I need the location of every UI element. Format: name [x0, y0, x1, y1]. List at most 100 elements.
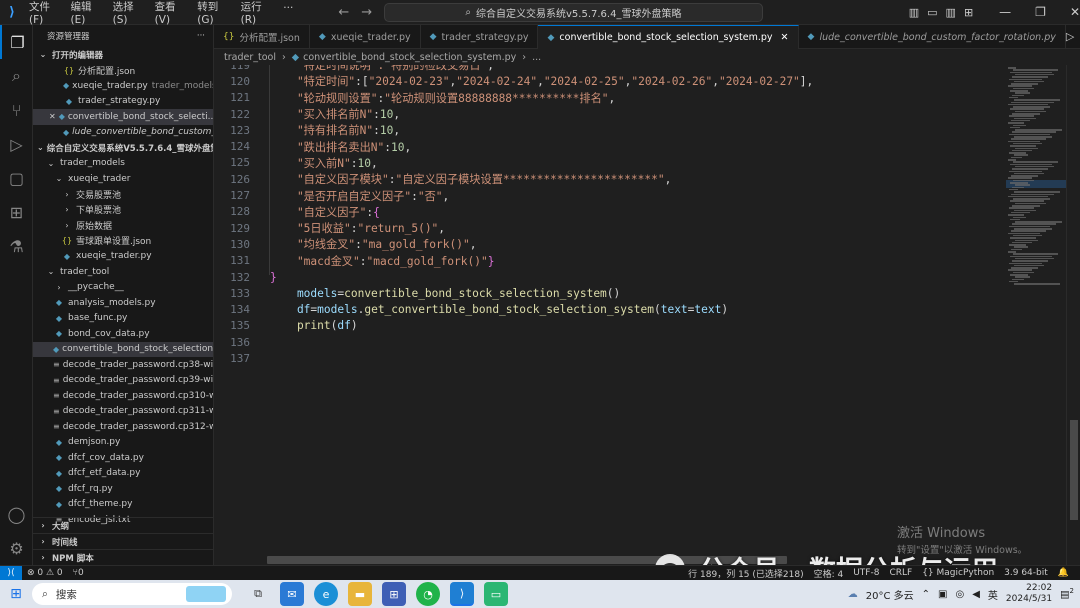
testing-icon[interactable]: ⚗	[0, 229, 33, 263]
open-editor-item[interactable]: ◆xueqie_trader.pytrader_models\...	[33, 78, 213, 94]
open-editor-item[interactable]: ◆ lude_convertible_bond_custom_f...	[33, 125, 213, 141]
workspace-section[interactable]: ⌄ 综合自定义交易系统V5.5.7.6.4_雪球外盘策略	[33, 140, 213, 156]
command-center-search[interactable]: ⌕ 综合自定义交易系统v5.5.7.6.4_雪球外盘策略	[384, 2, 763, 22]
store-app-icon[interactable]: ⊞	[382, 582, 406, 606]
editor-tab[interactable]: ◆ xueqie_trader.py	[310, 25, 421, 49]
remote-indicator-icon[interactable]: ⟩⟨	[0, 565, 22, 581]
tree-file[interactable]: ≡ decode_trader_password.cp312-wi...	[33, 419, 213, 435]
breadcrumb-folder[interactable]: trader_tool	[224, 52, 276, 63]
taskbar-search[interactable]: ⌕ 搜索	[32, 583, 232, 605]
back-arrow-icon[interactable]: ←	[338, 5, 349, 20]
breadcrumb-file[interactable]: convertible_bond_stock_selection_system.…	[303, 52, 516, 63]
tree-folder[interactable]: › 下单股票池	[33, 202, 213, 218]
code-editor[interactable]: 119 "特定时间说明":"特别的检改交易日", 120 "特定时间":["202…	[214, 65, 1006, 565]
source-control-icon[interactable]: ⑂	[0, 93, 33, 127]
encoding[interactable]: UTF-8	[848, 568, 884, 578]
breadcrumb-symbol[interactable]: ...	[532, 52, 541, 63]
tree-folder[interactable]: ⌄ trader_models	[33, 156, 213, 172]
tree-folder[interactable]: ⌄ trader_tool	[33, 264, 213, 280]
vertical-scrollbar[interactable]	[1066, 65, 1080, 565]
notifications-bell-icon[interactable]: 🔔	[1053, 568, 1074, 578]
tree-file[interactable]: ◆ dfcf_rq.py	[33, 481, 213, 497]
line-ending[interactable]: CRLF	[884, 568, 917, 578]
manage-gear-icon[interactable]: ⚙	[0, 531, 33, 565]
menu-edit[interactable]: 编辑(E)	[66, 0, 108, 26]
run-python-icon[interactable]: ▷	[1066, 30, 1074, 43]
tree-file[interactable]: ◆ dfcf_theme.py	[33, 497, 213, 513]
weather-cloud-icon[interactable]: ☁	[848, 589, 858, 600]
toggle-secondary-sidebar-icon[interactable]: ▥	[946, 6, 956, 19]
file-explorer-icon[interactable]: ▬	[348, 582, 372, 606]
task-view-icon[interactable]: ⧉	[246, 582, 270, 606]
editor-tab[interactable]: ◆ trader_strategy.py	[421, 25, 539, 49]
tree-file[interactable]: ◆ bond_cov_data.py	[33, 326, 213, 342]
customize-layout-icon[interactable]: ⊞	[964, 6, 973, 19]
close-tab-icon[interactable]: ✕	[781, 32, 789, 43]
tree-folder[interactable]: › 交易股票池	[33, 187, 213, 203]
toggle-panel-icon[interactable]: ▭	[927, 6, 937, 19]
editor-tab[interactable]: ◆ lude_convertible_bond_custom_factor_rot…	[799, 25, 1066, 49]
language-mode[interactable]: {} MagicPython	[917, 568, 999, 578]
network-icon[interactable]: ◎	[955, 589, 964, 600]
tree-file[interactable]: ≡decode_trader_password.cp39-win_...	[33, 373, 213, 389]
more-actions-icon[interactable]: ···	[197, 31, 205, 41]
tray-chevron-up-icon[interactable]: ⌃	[922, 589, 930, 600]
menu-view[interactable]: 查看(V)	[150, 0, 193, 26]
python-interpreter[interactable]: 3.9 64-bit	[999, 568, 1053, 578]
scrollbar-thumb[interactable]	[1070, 420, 1078, 520]
tree-file[interactable]: ◆ dfcf_etf_data.py	[33, 466, 213, 482]
extensions-icon[interactable]: ⊞	[0, 195, 33, 229]
weather-text[interactable]: 20°C 多云	[866, 587, 914, 602]
npm-scripts-section[interactable]: › NPM 脚本	[33, 549, 213, 565]
ports-indicator[interactable]: ⑂0	[68, 568, 89, 578]
open-editor-item[interactable]: ✕ ◆ convertible_bond_stock_selecti...	[33, 109, 213, 125]
minimap[interactable]	[1006, 65, 1066, 565]
editor-tab[interactable]: ◆ convertible_bond_stock_selection_system…	[538, 25, 799, 49]
search-icon[interactable]: ⌕	[0, 59, 33, 93]
restore-icon[interactable]: ❐	[1035, 5, 1046, 19]
close-icon[interactable]: ✕	[49, 112, 56, 121]
tree-file[interactable]: ◆ dfcf_cov_data.py	[33, 450, 213, 466]
tree-folder[interactable]: › 原始数据	[33, 218, 213, 234]
wechat-app-icon[interactable]: ◔	[416, 582, 440, 606]
open-editors-section[interactable]: ⌄ 打开的编辑器	[33, 47, 213, 63]
run-debug-icon[interactable]: ▷	[0, 127, 33, 161]
editor-tab[interactable]: {} 分析配置.json	[214, 25, 310, 49]
tree-file[interactable]: ◆convertible_bond_stock_selection_s...	[33, 341, 213, 357]
windows-start-icon[interactable]: ⊞	[0, 580, 32, 608]
tree-file[interactable]: ◆ analysis_models.py	[33, 295, 213, 311]
indentation[interactable]: 空格: 4	[809, 567, 849, 580]
tree-file[interactable]: ◆ xueqie_trader.py	[33, 249, 213, 265]
tree-file[interactable]: ◆ base_func.py	[33, 311, 213, 327]
outline-section[interactable]: › 大纲	[33, 517, 213, 533]
tree-file[interactable]: ◆ demjson.py	[33, 435, 213, 451]
forward-arrow-icon[interactable]: →	[361, 5, 372, 20]
tray-app-icon[interactable]: ▣	[938, 589, 947, 600]
volume-icon[interactable]: ◀	[972, 589, 980, 600]
menu-file[interactable]: 文件(F)	[24, 0, 66, 26]
notification-center-icon[interactable]: ▤2	[1060, 587, 1074, 600]
tree-file[interactable]: {} 雪球跟单设置.json	[33, 233, 213, 249]
edge-browser-icon[interactable]: e	[314, 582, 338, 606]
account-icon[interactable]: ◯	[0, 497, 33, 531]
vscode-app-icon[interactable]: ⟩	[450, 582, 474, 606]
menu-run[interactable]: 运行(R)	[236, 0, 279, 26]
ime-indicator[interactable]: 英	[988, 587, 998, 602]
menu-selection[interactable]: 选择(S)	[108, 0, 150, 26]
menu-go[interactable]: 转到(G)	[192, 0, 235, 26]
problems-indicator[interactable]: ⊗ 0 ⚠ 0	[22, 568, 68, 578]
minimize-icon[interactable]: —	[999, 5, 1011, 19]
mail-app-icon[interactable]: ✉	[280, 582, 304, 606]
terminal-app-icon[interactable]: ▭	[484, 582, 508, 606]
taskbar-clock[interactable]: 22:02 2024/5/31	[1006, 583, 1052, 605]
tree-folder[interactable]: ⌄ xueqie_trader	[33, 171, 213, 187]
explorer-icon[interactable]: ❐	[0, 25, 33, 59]
menu-more[interactable]: ...	[278, 0, 298, 26]
tree-file[interactable]: ≡ decode_trader_password.cp311-wi...	[33, 404, 213, 420]
open-editor-item[interactable]: ◆ trader_strategy.py	[33, 94, 213, 110]
tree-file[interactable]: ≡ decode_trader_password.cp310-wi...	[33, 388, 213, 404]
remote-explorer-icon[interactable]: ▢	[0, 161, 33, 195]
toggle-sidebar-icon[interactable]: ▥	[909, 6, 919, 19]
tree-file[interactable]: ≡decode_trader_password.cp38-win_...	[33, 357, 213, 373]
close-window-icon[interactable]: ✕	[1070, 5, 1080, 19]
